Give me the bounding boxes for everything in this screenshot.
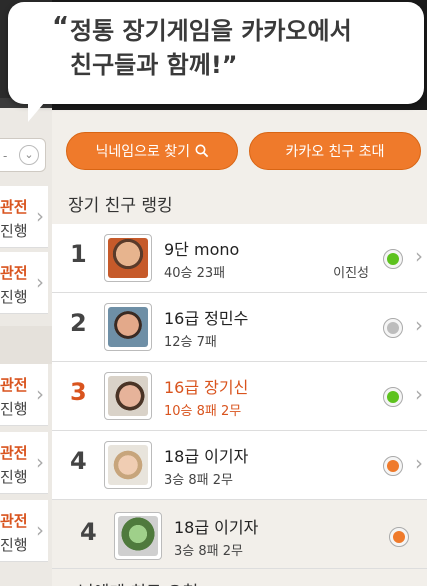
busy-status-icon xyxy=(383,456,403,476)
rank-number: 1 xyxy=(70,240,87,268)
player-name: 9단 mono xyxy=(164,240,240,259)
chevron-right-icon: › xyxy=(415,382,423,406)
button-row: 닉네임으로 찾기 카카오 친구 초대 xyxy=(52,110,427,180)
promo-line-2: 친구들과 함께!” xyxy=(70,48,410,82)
rank-number: 4 xyxy=(70,447,87,475)
rank-number: 2 xyxy=(70,309,87,337)
chevron-right-icon: › xyxy=(415,244,423,268)
left-search-dash: - xyxy=(3,149,8,163)
chevron-down-icon[interactable]: ⌄ xyxy=(19,145,39,165)
search-icon xyxy=(195,144,209,160)
invite-kakao-friend-label: 카카오 친구 초대 xyxy=(285,144,385,160)
player-record: 3승 8패 2무 xyxy=(164,473,233,488)
progress-label: 진행 xyxy=(0,468,28,486)
promo-text: 정통 장기게임을 카카오에서 친구들과 함께!” xyxy=(70,14,410,82)
spectate-label: 관전 xyxy=(0,444,28,462)
player-record: 12승 7패 xyxy=(164,335,217,350)
ranking-row[interactable]: 4 18급 이기자 3승 8패 2무 › xyxy=(52,431,427,500)
chevron-right-icon: › xyxy=(36,518,44,542)
left-search-box[interactable]: - ⌄ xyxy=(0,138,46,172)
left-list-item[interactable]: 관전 진행 › xyxy=(0,252,48,314)
progress-label: 진행 xyxy=(0,222,28,240)
avatar xyxy=(104,372,152,420)
ranking-section-title: 장기 친구 랭킹 xyxy=(68,196,173,216)
player-record: 3승 8패 2무 xyxy=(174,544,243,559)
progress-label: 진행 xyxy=(0,288,28,306)
promo-speech-bubble: “ 정통 장기게임을 카카오에서 친구들과 함께!” xyxy=(8,2,424,104)
player-name: 16급 장기신 xyxy=(164,378,249,397)
online-status-icon xyxy=(383,249,403,269)
player-record: 40승 23패 xyxy=(164,266,226,281)
promo-line-1: 정통 장기게임을 카카오에서 xyxy=(70,17,352,45)
left-list-item[interactable]: 관전 진행 › xyxy=(0,500,48,562)
speech-bubble-tail xyxy=(28,96,50,122)
left-panel-gap xyxy=(0,326,52,364)
spectate-label: 관전 xyxy=(0,512,28,530)
nickname-search-label: 닉네임으로 찾기 xyxy=(95,144,191,160)
left-list-item[interactable]: 관전 진행 › xyxy=(0,432,48,494)
online-status-icon xyxy=(383,387,403,407)
chevron-right-icon: › xyxy=(36,450,44,474)
quote-open: “ xyxy=(52,12,70,42)
ranking-list: 1 9단 mono 40승 23패 이진성 › 2 16급 정민수 12승 7패… xyxy=(52,224,427,569)
promo-line-2-text: 친구들과 함께! xyxy=(70,51,222,79)
ranking-row[interactable]: 4 18급 이기자 3승 8패 2무 xyxy=(52,500,427,569)
avatar xyxy=(114,512,162,560)
avatar xyxy=(104,234,152,282)
player-name: 16급 정민수 xyxy=(164,309,249,328)
quote-close: ” xyxy=(221,51,238,79)
ranking-row[interactable]: 2 16급 정민수 12승 7패 › xyxy=(52,293,427,362)
progress-label: 진행 xyxy=(0,400,28,418)
player-extra-name: 이진성 xyxy=(333,266,369,281)
ranking-row[interactable]: 3 16급 장기신 10승 8패 2무 › xyxy=(52,362,427,431)
rank-number: 4 xyxy=(80,518,97,546)
chevron-right-icon: › xyxy=(415,451,423,475)
left-list-item[interactable]: 관전 진행 › xyxy=(0,186,48,248)
chevron-right-icon: › xyxy=(36,204,44,228)
progress-label: 진행 xyxy=(0,536,28,554)
friends-panel: 닉네임으로 찾기 카카오 친구 초대 장기 친구 랭킹 1 9단 mono 40… xyxy=(52,110,427,586)
avatar xyxy=(104,303,152,351)
friend-request-section-title: 님에게 친구 요청 xyxy=(78,578,198,586)
avatar xyxy=(104,441,152,489)
spectate-label: 관전 xyxy=(0,376,28,394)
chevron-right-icon: › xyxy=(415,313,423,337)
nickname-search-button[interactable]: 닉네임으로 찾기 xyxy=(66,132,238,170)
ranking-row[interactable]: 1 9단 mono 40승 23패 이진성 › xyxy=(52,224,427,293)
rank-number: 3 xyxy=(70,378,87,406)
player-name: 18급 이기자 xyxy=(174,518,259,537)
offline-status-icon xyxy=(383,318,403,338)
player-name: 18급 이기자 xyxy=(164,447,249,466)
left-list-item[interactable]: 관전 진행 › xyxy=(0,364,48,426)
busy-status-icon xyxy=(389,527,409,547)
player-record: 10승 8패 2무 xyxy=(164,404,242,419)
spectate-label: 관전 xyxy=(0,198,28,216)
spectate-label: 관전 xyxy=(0,264,28,282)
chevron-right-icon: › xyxy=(36,382,44,406)
invite-kakao-friend-button[interactable]: 카카오 친구 초대 xyxy=(249,132,421,170)
chevron-right-icon: › xyxy=(36,270,44,294)
